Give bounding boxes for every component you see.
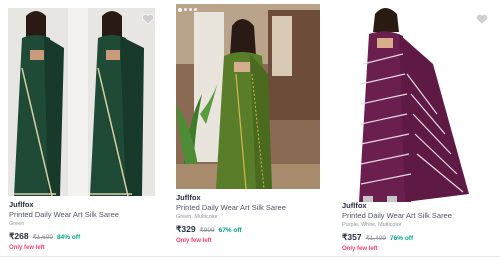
saree-green-twin-models-image xyxy=(8,8,155,196)
saree-olive-green-model-image xyxy=(176,4,320,189)
product-price: ₹268 xyxy=(9,231,29,241)
product-mrp: ₹999 xyxy=(199,227,215,234)
product-brand: Juflfox xyxy=(9,200,34,209)
saree-purple-model-image xyxy=(341,4,493,202)
product-discount: 76% off xyxy=(390,235,414,242)
product-price: ₹357 xyxy=(342,232,362,242)
image-carousel-dots xyxy=(178,7,197,12)
stock-note: Only few left xyxy=(176,238,212,244)
product-discount: 84% off xyxy=(57,234,81,241)
price-row: ₹357 ₹1,499 76% off xyxy=(342,232,413,243)
price-row: ₹268 ₹1,699 84% off xyxy=(9,231,80,242)
product-mrp: ₹1,699 xyxy=(32,234,53,241)
product-image-2[interactable] xyxy=(176,4,320,189)
stock-note: Only few left xyxy=(9,245,45,251)
product-colors: Green xyxy=(9,221,25,227)
product-colors: Green, Multicolor xyxy=(176,214,218,220)
product-title[interactable]: Printed Daily Wear Art Silk Saree xyxy=(342,211,452,220)
wishlist-heart-icon[interactable] xyxy=(141,12,155,26)
wishlist-heart-icon[interactable] xyxy=(475,12,489,26)
stock-note: Only few left xyxy=(342,246,378,252)
product-brand: Juflfox xyxy=(176,193,201,202)
product-brand: Juflfox xyxy=(342,201,367,210)
price-row: ₹329 ₹999 67% off xyxy=(176,224,242,235)
product-image-1[interactable] xyxy=(8,8,155,196)
product-discount: 67% off xyxy=(218,227,242,234)
product-price: ₹329 xyxy=(176,224,196,234)
product-mrp: ₹1,499 xyxy=(365,235,386,242)
product-title[interactable]: Printed Daily Wear Art Silk Saree xyxy=(9,210,119,219)
product-title[interactable]: Printed Daily Wear Art Silk Saree xyxy=(176,203,286,212)
bottom-divider xyxy=(0,256,500,257)
product-image-3[interactable] xyxy=(341,4,493,202)
product-colors: Purple, White, Multicolor xyxy=(342,222,402,228)
